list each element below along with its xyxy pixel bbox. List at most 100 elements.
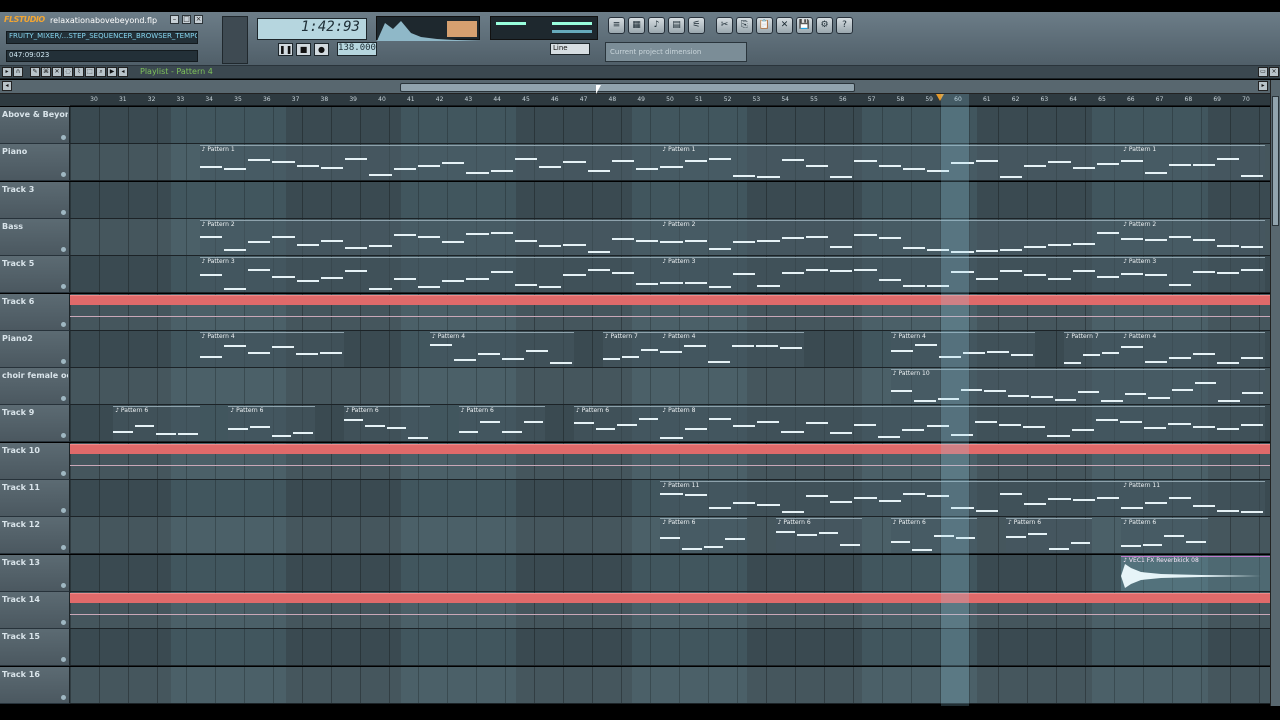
track-select-icon[interactable] — [61, 470, 66, 476]
copy-icon[interactable]: ⎘ — [736, 17, 753, 34]
track-header[interactable]: Bass — [0, 218, 70, 256]
delete-icon[interactable]: ✕ — [776, 17, 793, 34]
track-lane[interactable]: ♪ Pattern 11 ♪ Pattern 11 — [70, 480, 1270, 517]
select-tool-icon[interactable]: ⬚ — [85, 67, 95, 77]
track-lane[interactable]: ♪ Pattern 2 ♪ Pattern 2 ♪ Pattern 2 — [70, 218, 1270, 256]
pattern-clip[interactable]: ♪ Pattern 11 — [660, 481, 1122, 516]
track-lane[interactable]: ♪ Pattern 3 ♪ Pattern 3 ♪ Pattern 3 — [70, 256, 1270, 294]
pattern-clip[interactable]: ♪ Pattern 6 — [660, 518, 747, 554]
track-header[interactable]: Track 16 — [0, 666, 70, 704]
time-display[interactable]: 1:42:93 — [257, 18, 367, 40]
track-header[interactable]: Track 10 — [0, 442, 70, 480]
playback-tool-icon[interactable]: ▶ — [107, 67, 117, 77]
pattern-clip[interactable]: ♪ Pattern 4 — [430, 331, 574, 367]
track-header[interactable]: choir female ooh — [0, 368, 70, 406]
track-header[interactable]: Track 11 — [0, 480, 70, 517]
pattern-clip[interactable]: ♪ Pattern 2 — [1121, 219, 1266, 255]
pencil-icon[interactable]: ✎ — [30, 67, 40, 77]
timeline-ruler[interactable]: 30 31 32 33 34 35 36 37 38 39 40 41 42 43 44 45 46 47 48 49… — [70, 94, 1279, 106]
pattern-clip[interactable]: ♪ Pattern 6 — [1121, 518, 1208, 554]
scroll-forward-icon[interactable]: ▸ — [1258, 81, 1268, 91]
scroll-left-icon[interactable]: ◂ — [118, 67, 128, 77]
pattern-clip[interactable]: ♪ Pattern 6 — [228, 406, 315, 442]
track-header[interactable]: Piano2 — [0, 330, 70, 368]
browser-icon[interactable]: ▤ — [668, 17, 685, 34]
pattern-clip[interactable]: ♪ Pattern 4 — [660, 331, 805, 367]
paste-icon[interactable]: 📋 — [756, 17, 773, 34]
track-select-icon[interactable] — [61, 396, 66, 402]
track-header[interactable]: Above & Beyon... — [0, 107, 70, 144]
pattern-clip[interactable]: ♪ Pattern 1 — [199, 145, 661, 181]
track-header[interactable]: Track 15 — [0, 629, 70, 667]
track-select-icon[interactable] — [61, 657, 66, 663]
playlist-menu-icon[interactable]: ▸ — [2, 67, 12, 77]
browser-path-box[interactable]: Current project dimension — [605, 42, 747, 62]
track-select-icon[interactable] — [61, 582, 66, 588]
mute-tool-icon[interactable]: ◌ — [63, 67, 73, 77]
track-lane[interactable] — [70, 293, 1270, 331]
maximize-icon[interactable]: □ — [182, 15, 191, 24]
master-volume-slider[interactable] — [222, 16, 248, 64]
automation-clip[interactable] — [70, 443, 1270, 454]
pattern-clip[interactable]: ♪ Pattern 6 — [1006, 518, 1093, 554]
track-lane[interactable] — [70, 629, 1270, 667]
pattern-clip[interactable]: ♪ Pattern 6 — [343, 406, 430, 442]
pattern-clip[interactable]: ♪ Pattern 7 — [1063, 331, 1122, 367]
horizontal-scroll-thumb[interactable] — [400, 83, 855, 92]
track-select-icon[interactable] — [61, 508, 66, 513]
track-header[interactable]: Track 3 — [0, 181, 70, 219]
piano-roll-icon[interactable]: ♪ — [648, 17, 665, 34]
scroll-back-icon[interactable]: ◂ — [2, 81, 12, 91]
track-lane[interactable]: ♪ Pattern 10 — [70, 368, 1270, 406]
snap-selector[interactable]: Line — [550, 43, 590, 55]
cut-icon[interactable]: ✂ — [716, 17, 733, 34]
track-lane[interactable]: ♪ Pattern 4 ♪ Pattern 4 ♪ Pattern 7 ♪ Patte… — [70, 330, 1270, 368]
automation-clip[interactable] — [70, 294, 1270, 305]
track-lane[interactable] — [70, 107, 1270, 144]
track-select-icon[interactable] — [61, 545, 66, 551]
pattern-clip[interactable]: ♪ Pattern 6 — [775, 518, 862, 554]
track-lane[interactable] — [70, 591, 1270, 629]
track-lane[interactable] — [70, 181, 1270, 219]
playlist-close-icon[interactable]: × — [1269, 67, 1279, 77]
pattern-clip[interactable]: ♪ Pattern 1 — [660, 145, 1122, 181]
brush-icon[interactable]: ⌘ — [41, 67, 51, 77]
track-lane[interactable] — [70, 666, 1270, 704]
help-icon[interactable]: ? — [836, 17, 853, 34]
pattern-clip[interactable]: ♪ Pattern 3 — [660, 257, 1122, 293]
stop-button[interactable]: ■ — [296, 43, 311, 56]
track-select-icon[interactable] — [61, 358, 66, 364]
pattern-clip[interactable]: ♪ Pattern 4 — [199, 331, 344, 367]
mixer-icon[interactable]: ⚟ — [688, 17, 705, 34]
track-header[interactable]: Track 14 — [0, 591, 70, 629]
pattern-clip[interactable]: ♪ Pattern 3 — [1121, 257, 1266, 293]
slice-tool-icon[interactable]: ⌇ — [74, 67, 84, 77]
track-header[interactable]: Track 12 — [0, 517, 70, 555]
track-select-icon[interactable] — [61, 172, 66, 178]
pattern-clip[interactable]: ♪ Pattern 2 — [660, 219, 1122, 255]
track-lane[interactable]: ♪ Pattern 6 ♪ Pattern 6 ♪ Pattern 6 ♪ Patte… — [70, 517, 1270, 555]
pattern-clip[interactable]: ♪ Pattern 11 — [1121, 481, 1266, 516]
track-select-icon[interactable] — [61, 433, 66, 439]
track-header[interactable]: Track 9 — [0, 405, 70, 443]
delete-tool-icon[interactable]: ✕ — [52, 67, 62, 77]
minimize-icon[interactable]: – — [170, 15, 179, 24]
snap-icon[interactable]: ∩ — [13, 67, 23, 77]
vertical-scroll-thumb[interactable] — [1272, 96, 1279, 226]
track-select-icon[interactable] — [61, 246, 66, 252]
pattern-clip[interactable]: ♪ Pattern 1 — [1121, 145, 1266, 181]
pattern-clip[interactable]: ♪ Pattern 6 — [458, 406, 546, 442]
pattern-clip[interactable]: ♪ Pattern 7 — [602, 331, 661, 367]
save-icon[interactable]: 💾 — [796, 17, 813, 34]
track-header[interactable]: Track 13 — [0, 554, 70, 592]
pattern-clip[interactable]: ♪ Pattern 6 — [574, 406, 661, 442]
pause-button[interactable]: ❚❚ — [278, 43, 293, 56]
zoom-tool-icon[interactable]: ⌕ — [96, 67, 106, 77]
record-button[interactable]: ● — [314, 43, 329, 56]
track-lane[interactable]: ♪ VEC1 FX Reverbkick 08 — [70, 554, 1270, 592]
pattern-clip[interactable]: ♪ Pattern 6 — [113, 406, 200, 442]
track-header[interactable]: Track 6 — [0, 293, 70, 331]
horizontal-scrollbar[interactable]: ◂ ▸ — [0, 80, 1280, 94]
step-sequencer-icon[interactable]: ▦ — [628, 17, 645, 34]
track-lane[interactable]: ♪ Pattern 1 ♪ Pattern 1 ♪ Pattern 1 — [70, 144, 1270, 182]
